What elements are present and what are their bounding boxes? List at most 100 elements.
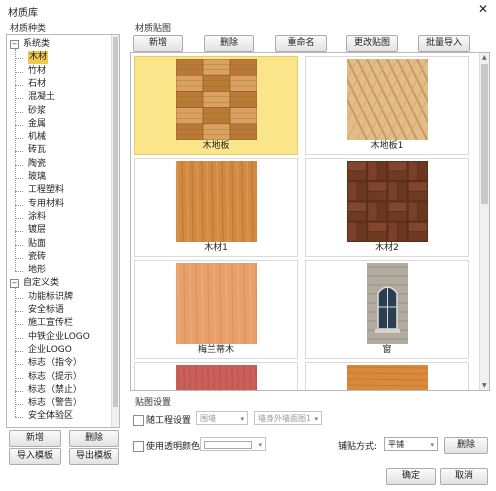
- tree-connector: [15, 337, 23, 339]
- tree-item[interactable]: 陶瓷: [28, 158, 46, 171]
- material-tile[interactable]: 窗: [305, 260, 469, 359]
- batch-import-button[interactable]: 批量导入: [418, 35, 470, 52]
- material-name: 木地板: [202, 141, 230, 151]
- tree-item[interactable]: 系统类: [23, 38, 50, 51]
- chevron-down-icon: ▾: [240, 415, 244, 423]
- scroll-down-icon[interactable]: ▼: [482, 382, 487, 389]
- material-name: 梅兰蒂木: [197, 345, 234, 355]
- transparent-color-checkbox[interactable]: [133, 441, 144, 452]
- tree-connector: [15, 271, 23, 273]
- tree-expander-icon[interactable]: −: [10, 279, 19, 289]
- tree-item[interactable]: 机械: [28, 131, 46, 144]
- color-swatch: [204, 441, 252, 449]
- tree-item[interactable]: 贴面: [28, 238, 46, 251]
- tree-item[interactable]: 标志（禁止）: [28, 384, 82, 397]
- close-icon[interactable]: ✕: [478, 2, 488, 16]
- import-template-button[interactable]: 导入模板: [9, 448, 61, 465]
- material-tile[interactable]: 木材2: [305, 158, 469, 257]
- tree-expander-icon[interactable]: −: [10, 40, 19, 49]
- material-group-label: 材质贴图: [133, 21, 174, 34]
- tree-connector: [15, 178, 23, 179]
- tree-connector: [15, 111, 23, 113]
- tree-item[interactable]: 砂浆: [28, 105, 46, 118]
- tree-scroll-thumb[interactable]: [113, 37, 118, 407]
- tree-item[interactable]: 镀层: [28, 224, 46, 237]
- material-tile[interactable]: [134, 362, 298, 390]
- tree-item[interactable]: 竹材: [28, 65, 46, 78]
- chevron-down-icon: ▾: [430, 441, 434, 449]
- material-tile[interactable]: 木地板: [134, 56, 298, 155]
- chevron-down-icon: ▾: [314, 415, 318, 423]
- export-template-button[interactable]: 导出模板: [69, 448, 119, 465]
- tree-item[interactable]: 标志（指令）: [28, 357, 82, 370]
- material-texture: [176, 364, 257, 390]
- material-tile[interactable]: 木材1: [134, 158, 298, 257]
- settings-delete-button[interactable]: 删除: [444, 437, 488, 454]
- tree-connector: [15, 98, 23, 100]
- material-texture: [347, 161, 428, 242]
- wall-combo[interactable]: 围墙 ▾: [196, 411, 248, 425]
- tree-connector: [15, 124, 23, 126]
- tree-connector: [15, 404, 23, 406]
- tree-item[interactable]: 工程塑料: [28, 184, 64, 197]
- tree-item[interactable]: 砖瓦: [28, 144, 46, 157]
- rename-button[interactable]: 重命名: [275, 35, 327, 52]
- category-group-label: 材质种类: [8, 21, 49, 34]
- wall-face-combo[interactable]: 墙身外墙面图1 ▾: [254, 411, 322, 425]
- category-delete-button[interactable]: 删除: [69, 430, 119, 447]
- tree-item[interactable]: 安全标语: [28, 304, 64, 317]
- tree-item[interactable]: 功能标识牌: [28, 291, 73, 304]
- tree-item[interactable]: 中铁企业LOGO: [28, 331, 90, 344]
- material-tile[interactable]: 梅兰蒂木: [134, 260, 298, 359]
- tree-item[interactable]: 企业LOGO: [28, 344, 72, 357]
- tree-connector: [15, 191, 23, 193]
- tree-item[interactable]: 标志（警告）: [28, 397, 82, 410]
- tree-connector: [15, 377, 23, 379]
- follow-project-checkbox[interactable]: [133, 415, 144, 426]
- tree-item[interactable]: 金属: [28, 118, 46, 131]
- color-picker[interactable]: ▾: [200, 437, 266, 451]
- wall-combo-value: 围墙: [200, 414, 216, 423]
- tree-item[interactable]: 玻璃: [28, 171, 46, 184]
- grid-scroll-thumb[interactable]: [481, 64, 488, 204]
- tiling-combo-value: 平铺: [388, 440, 404, 449]
- tree-scrollbar[interactable]: [111, 35, 119, 427]
- tree-connector: [15, 288, 16, 418]
- tree-item[interactable]: 瓷砖: [28, 251, 46, 264]
- scroll-up-icon[interactable]: ▲: [482, 54, 487, 61]
- material-name: 窗: [382, 345, 392, 355]
- material-tile[interactable]: 木地板1: [296, 56, 478, 155]
- tree-connector: [15, 84, 23, 86]
- material-tile[interactable]: [305, 362, 469, 390]
- tree-item[interactable]: 石材: [28, 78, 46, 91]
- category-new-button[interactable]: 新增: [9, 430, 61, 447]
- material-grid[interactable]: 木地板 木地板1 木材1 木材2 梅兰蒂木 窗 ▲ ▼: [130, 52, 490, 391]
- tree-item[interactable]: 专用材料: [28, 198, 64, 211]
- tree-connector: [15, 417, 23, 419]
- tree-item[interactable]: 自定义类: [23, 277, 59, 290]
- tree-item[interactable]: 混凝土: [28, 91, 55, 104]
- material-texture: [347, 263, 428, 344]
- transparent-color-label: 使用透明颜色:: [146, 442, 204, 452]
- window-title: 材质库: [8, 8, 38, 19]
- tree-item[interactable]: 木材: [28, 51, 49, 65]
- grid-scrollbar[interactable]: ▲ ▼: [479, 53, 489, 390]
- tree-item[interactable]: 安全体验区: [28, 410, 73, 423]
- tiling-combo[interactable]: 平铺 ▾: [384, 437, 438, 451]
- tree-item[interactable]: 标志（提示）: [28, 371, 82, 384]
- category-tree[interactable]: − 系统类 木材 竹材 石材 混凝土 砂浆 金属 机械 砖瓦 陶瓷 玻璃 工程塑料 专用材料 涂料 镀层 贴面瓷…: [6, 34, 120, 428]
- tree-connector: [15, 138, 23, 140]
- tree-item[interactable]: 施工宣传栏: [28, 317, 73, 330]
- material-delete-button[interactable]: 删除: [204, 35, 254, 52]
- tree-connector: [15, 244, 23, 246]
- tree-item[interactable]: 涂料: [28, 211, 46, 224]
- tree-connector: [15, 217, 23, 219]
- tree-connector: [15, 71, 23, 73]
- follow-project-label: 随工程设置: [146, 416, 192, 426]
- ok-button[interactable]: 确定: [386, 468, 436, 485]
- change-map-button[interactable]: 更改贴图: [346, 35, 398, 52]
- material-new-button[interactable]: 新增: [133, 35, 183, 52]
- tree-connector: [15, 311, 23, 312]
- cancel-button[interactable]: 取消: [440, 468, 488, 485]
- tree-item[interactable]: 地形: [28, 264, 46, 277]
